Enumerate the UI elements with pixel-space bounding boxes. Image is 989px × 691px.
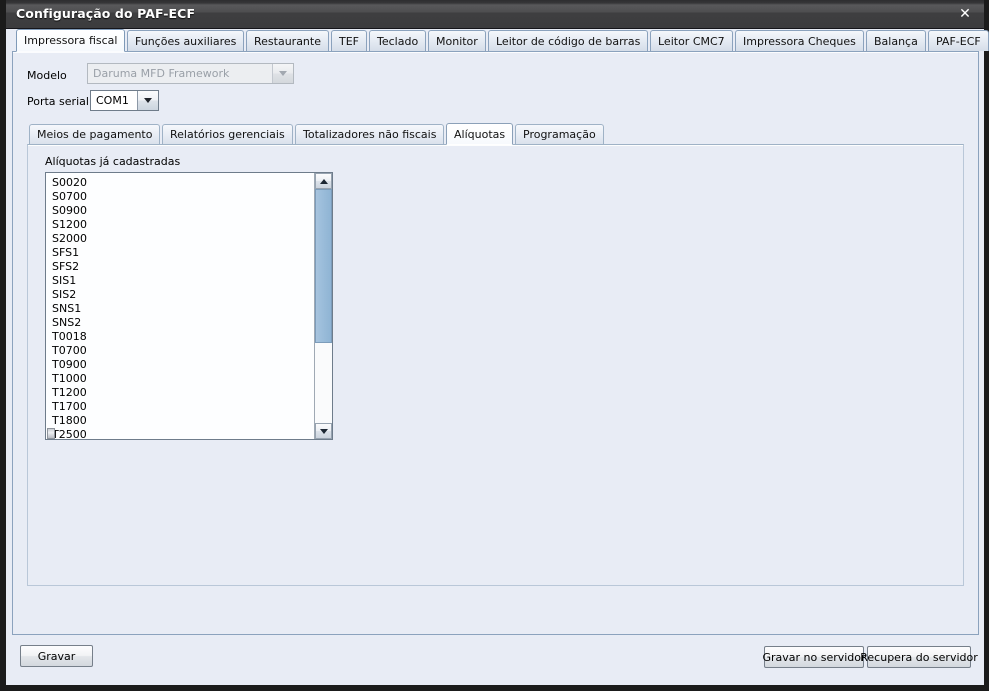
outer-tab-label: Leitor de código de barras [496,34,641,48]
outer-tab-2[interactable]: Funções auxiliares [127,30,244,51]
outer-tab-strip: Impressora fiscal Funções auxiliares Resta… [12,29,989,52]
list-item[interactable]: SFS1 [52,246,314,260]
outer-tab-5[interactable]: Teclado [369,30,426,51]
outer-tab-11[interactable]: PAF-ECF [928,30,989,51]
inner-tab-2[interactable]: Relatórios gerenciais [162,124,293,144]
gravar-button[interactable]: Gravar [20,645,93,667]
list-item[interactable]: SNS1 [52,302,314,316]
aliquotas-listbox[interactable]: S0020 S0700 S0900 S1200 S2000 SFS1 SFS2 SIS1 SIS… [45,172,333,440]
list-item[interactable]: T1800 [52,414,314,428]
inner-tab-label: Relatórios gerenciais [170,128,285,141]
outer-tab-label: Leitor CMC7 [658,34,725,48]
inner-tab-1[interactable]: Meios de pagamento [29,124,160,144]
list-item[interactable]: S2000 [52,232,314,246]
resize-grip-icon [47,428,55,439]
modelo-combo[interactable]: Daruma MFD Framework [87,63,294,84]
inner-panel-highlight [28,145,963,146]
scroll-up-icon[interactable] [315,173,332,189]
list-item[interactable]: S0700 [52,190,314,204]
modelo-combo-value: Daruma MFD Framework [93,67,230,80]
outer-tab-label: PAF-ECF [936,34,981,48]
outer-tab-label: Restaurante [254,34,321,48]
dialog-footer: Gravar Gravar no servidor Recupera do se… [12,635,979,679]
list-item[interactable]: SFS2 [52,260,314,274]
list-item[interactable]: SIS1 [52,274,314,288]
list-item[interactable]: T2500 [52,428,314,439]
porta-serial-combo[interactable]: COM1 [90,90,159,111]
panel-top-highlight [13,52,978,53]
title-bar: Configuração do PAF-ECF ✕ [6,0,984,29]
inner-tab-label: Totalizadores não fiscais [303,128,437,141]
close-icon[interactable]: ✕ [954,4,976,24]
outer-tab-6[interactable]: Monitor [428,30,486,51]
inner-tab-4[interactable]: Alíquotas [446,123,513,145]
aliquotas-list-items[interactable]: S0020 S0700 S0900 S1200 S2000 SFS1 SFS2 SIS1 SIS… [46,173,314,439]
inner-tab-5[interactable]: Programação [515,124,604,144]
outer-tab-label: Balança [874,34,918,48]
inner-tab-label: Meios de pagamento [37,128,153,141]
outer-tab-9[interactable]: Impressora Cheques [735,30,864,51]
outer-tab-label: Impressora Cheques [743,34,856,48]
list-item[interactable]: S0900 [52,204,314,218]
outer-tab-label: Impressora fiscal [24,34,118,47]
gravar-no-servidor-button[interactable]: Gravar no servidor [762,646,866,668]
inner-tab-3[interactable]: Totalizadores não fiscais [295,124,444,144]
list-item[interactable]: T0700 [52,344,314,358]
outer-tab-7[interactable]: Leitor de código de barras [488,30,648,51]
outer-tab-3[interactable]: Restaurante [246,30,329,51]
list-item[interactable]: T1700 [52,400,314,414]
list-item[interactable]: T0900 [52,358,314,372]
list-item[interactable]: S0020 [52,176,314,190]
config-dialog-window: Configuração do PAF-ECF ✕ Impressora fis… [0,0,989,691]
modelo-label: Modelo [27,69,67,82]
window-title: Configuração do PAF-ECF [16,6,196,21]
inner-tab-strip: Meios de pagamento Relatórios gerenciais T… [27,123,964,145]
aliquotas-scrollbar[interactable] [314,173,332,439]
outer-tab-label: Teclado [377,34,419,48]
outer-tab-label: Funções auxiliares [135,34,237,48]
porta-serial-combo-value: COM1 [96,94,129,107]
chevron-down-icon [272,64,293,83]
scroll-down-icon[interactable] [315,423,332,439]
outer-tab-label: TEF [339,34,359,48]
outer-tab-label: Monitor [436,34,478,48]
list-item[interactable]: SNS2 [52,316,314,330]
aliquotas-section-label: Alíquotas já cadastradas [45,155,181,168]
outer-tab-10[interactable]: Balança [866,30,926,51]
recupera-do-servidor-button[interactable]: Recupera do servidor [860,646,978,668]
scrollbar-thumb[interactable] [315,189,332,344]
aliquotas-panel: Alíquotas já cadastradas S0020 S0700 S0900… [27,144,964,586]
porta-serial-label: Porta serial [27,95,89,108]
scrollbar-track[interactable] [315,189,332,423]
inner-tab-label: Alíquotas [454,127,506,141]
outer-tab-4[interactable]: TEF [331,30,367,51]
outer-tab-8[interactable]: Leitor CMC7 [650,30,733,51]
list-item[interactable]: T1200 [52,386,314,400]
list-item[interactable]: T0018 [52,330,314,344]
chevron-down-icon [137,91,158,110]
list-item[interactable]: SIS2 [52,288,314,302]
inner-tab-label: Programação [523,128,596,141]
list-item[interactable]: T1000 [52,372,314,386]
impressora-fiscal-panel: Modelo Daruma MFD Framework Porta serial… [12,51,979,635]
list-item[interactable]: S1200 [52,218,314,232]
outer-tab-1[interactable]: Impressora fiscal [16,29,125,52]
